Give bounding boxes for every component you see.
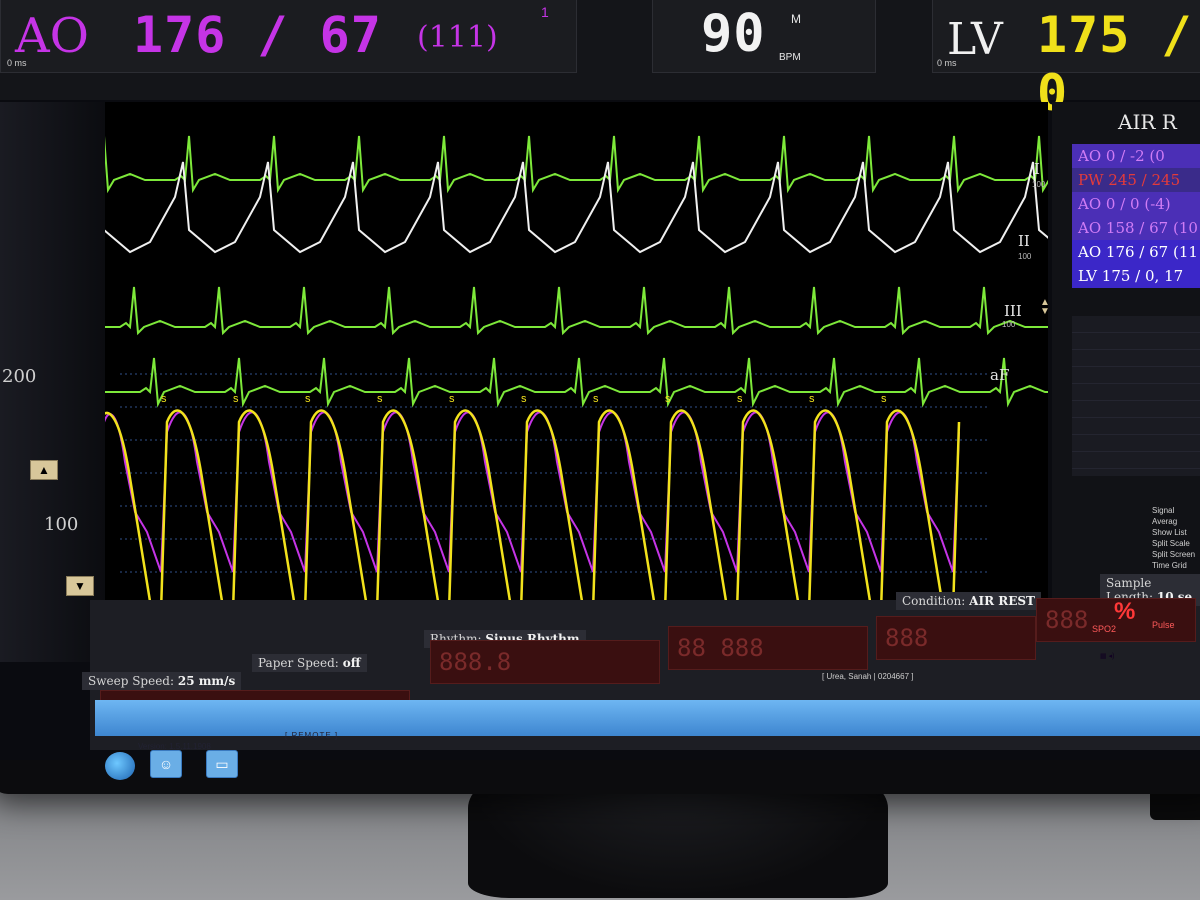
monitor-screen: AO 176 / 67 (111) 1 0 ms 90 M BPM LV 175… — [0, 0, 1200, 760]
systole-marker: s — [593, 393, 599, 405]
triangle-down-icon: ▼ — [1040, 306, 1050, 317]
systole-marker: s — [665, 393, 671, 405]
event-list[interactable] — [1072, 316, 1200, 476]
spo2-label: SPO2 — [1092, 624, 1117, 634]
scale-label-200: 200 — [2, 366, 37, 387]
paper-speed-bar[interactable]: Paper Speed: off — [252, 654, 367, 672]
ao-unit: 0 ms — [7, 58, 27, 68]
display-option[interactable]: Signal Averag — [1152, 505, 1200, 527]
user-icon: ☺ — [158, 756, 174, 772]
paper-speed-label: Paper Speed: — [258, 656, 339, 670]
volume-icon: ◂) — [1108, 653, 1115, 660]
vitals-header: AO 176 / 67 (111) 1 0 ms 90 M BPM LV 175… — [0, 0, 1200, 122]
hr-unit: BPM — [779, 52, 801, 63]
trace-list[interactable]: AO 0 / -2 (0 PW 245 / 245 AO 0 / 0 (-4) AO … — [1072, 144, 1200, 288]
trace-item[interactable]: PW 245 / 245 — [1072, 168, 1200, 192]
ao-label: AO — [15, 8, 90, 64]
sweep-speed-value: 25 mm/s — [177, 674, 236, 688]
systole-marker: s — [449, 393, 455, 405]
systole-marker: s — [521, 393, 527, 405]
systole-marker: s — [233, 393, 239, 405]
display-options[interactable]: Signal Averag Show List Split Scale Split S… — [1152, 505, 1200, 571]
system-tray[interactable]: ▦ ◂) — [1100, 652, 1114, 661]
systole-marker: s — [305, 393, 311, 405]
remote-label: [ REMOTE ] — [285, 731, 339, 740]
display-option[interactable]: Split Screen — [1152, 549, 1200, 560]
waveform-plot[interactable]: sdsdsdsdsdsdsdsdsdsdsdsd — [0, 102, 1048, 662]
display-option[interactable]: Show List — [1152, 527, 1200, 538]
paper-speed-value: off — [342, 656, 361, 670]
display-numeric-4: 888 — [876, 616, 1036, 660]
scale-down-button[interactable]: ▼ — [66, 576, 94, 596]
lv-pressure-trace — [93, 409, 961, 633]
ao-index: 1 — [541, 4, 549, 20]
systole-marker: s — [161, 393, 167, 405]
arrow-down-icon: ▼ — [74, 579, 86, 593]
lead-scale-iii: 100 — [1002, 320, 1016, 329]
spo2-percent: % — [1114, 598, 1136, 625]
display-numeric-2: 888.8 — [430, 640, 660, 684]
taskbar-app-monitor[interactable]: ▭ — [206, 750, 238, 778]
condition-title: AIR R — [1118, 110, 1177, 134]
sweep-speed-bar[interactable]: Sweep Speed: 25 mm/s — [82, 672, 242, 690]
lv-unit: 0 ms — [937, 58, 957, 68]
taskbar-app-user[interactable]: ☺ — [150, 750, 182, 778]
ao-value: 176 / 67 — [133, 6, 382, 64]
ao-pressure-trace — [99, 411, 960, 573]
condition-label: Condition: — [902, 594, 966, 608]
systole-marker: s — [809, 393, 815, 405]
lead-scale-ii: 100 — [1018, 252, 1032, 261]
display-option[interactable]: Time Grid — [1152, 560, 1200, 571]
monitor-bezel: AO 176 / 67 (111) 1 0 ms 90 M BPM LV 175… — [0, 0, 1200, 794]
trace-item[interactable]: AO 0 / 0 (-4) — [1072, 192, 1200, 216]
start-button[interactable] — [105, 752, 135, 780]
lead-label-af: aF — [990, 366, 1010, 384]
ao-pressure-tile[interactable]: AO 176 / 67 (111) 1 0 ms — [0, 0, 577, 73]
ao-mean: (111) — [417, 20, 498, 55]
taskbar — [95, 700, 1200, 736]
condition-value: AIR REST — [969, 594, 1035, 608]
arrow-up-icon: ▲ — [38, 463, 50, 477]
trace-item[interactable]: LV 175 / 0, 17 — [1072, 264, 1200, 288]
trace-item[interactable]: AO 176 / 67 (11 — [1072, 240, 1200, 264]
heart-rate-tile[interactable]: 90 M BPM — [652, 0, 876, 73]
version-label: Version: 1.5.11.1908 — [138, 742, 211, 751]
systole-marker: s — [377, 393, 383, 405]
trace-item[interactable]: AO 158 / 67 (10 — [1072, 216, 1200, 240]
trace-item[interactable]: AO 0 / -2 (0 — [1072, 144, 1200, 168]
systole-marker: s — [881, 393, 887, 405]
display-numeric-3: 88 888 — [668, 626, 868, 670]
lead-iii-adjust[interactable]: ▲ ▼ — [1040, 298, 1050, 317]
sweep-speed-label: Sweep Speed: — [88, 674, 175, 688]
hr-mode: M — [791, 12, 801, 26]
condition-bar: Condition: AIR REST — [896, 592, 1041, 610]
lead-label-ii: II — [1018, 232, 1030, 250]
waveform-svg: sdsdsdsdsdsdsdsdsdsdsdsd — [0, 135, 1048, 653]
monitor-icon: ▭ — [215, 756, 229, 772]
lead-scale-i: 100 — [1032, 180, 1046, 189]
lead-label-iii: III — [1004, 302, 1022, 320]
patient-user-label: [ Urea, Sanah | 0204667 ] — [822, 672, 914, 681]
scale-up-button[interactable]: ▲ — [30, 460, 58, 480]
pulse-label: Pulse — [1152, 620, 1175, 630]
lead-label-i: I — [1034, 160, 1040, 178]
hr-value: 90 — [701, 4, 766, 64]
systole-marker: s — [737, 393, 743, 405]
scale-label-100: 100 — [44, 514, 79, 535]
lv-pressure-tile[interactable]: LV 175 / 0 0 ms — [932, 0, 1200, 122]
display-option[interactable]: Split Scale — [1152, 538, 1200, 549]
ecg-lead-iii — [0, 286, 1048, 336]
network-icon: ▦ — [1100, 653, 1107, 660]
